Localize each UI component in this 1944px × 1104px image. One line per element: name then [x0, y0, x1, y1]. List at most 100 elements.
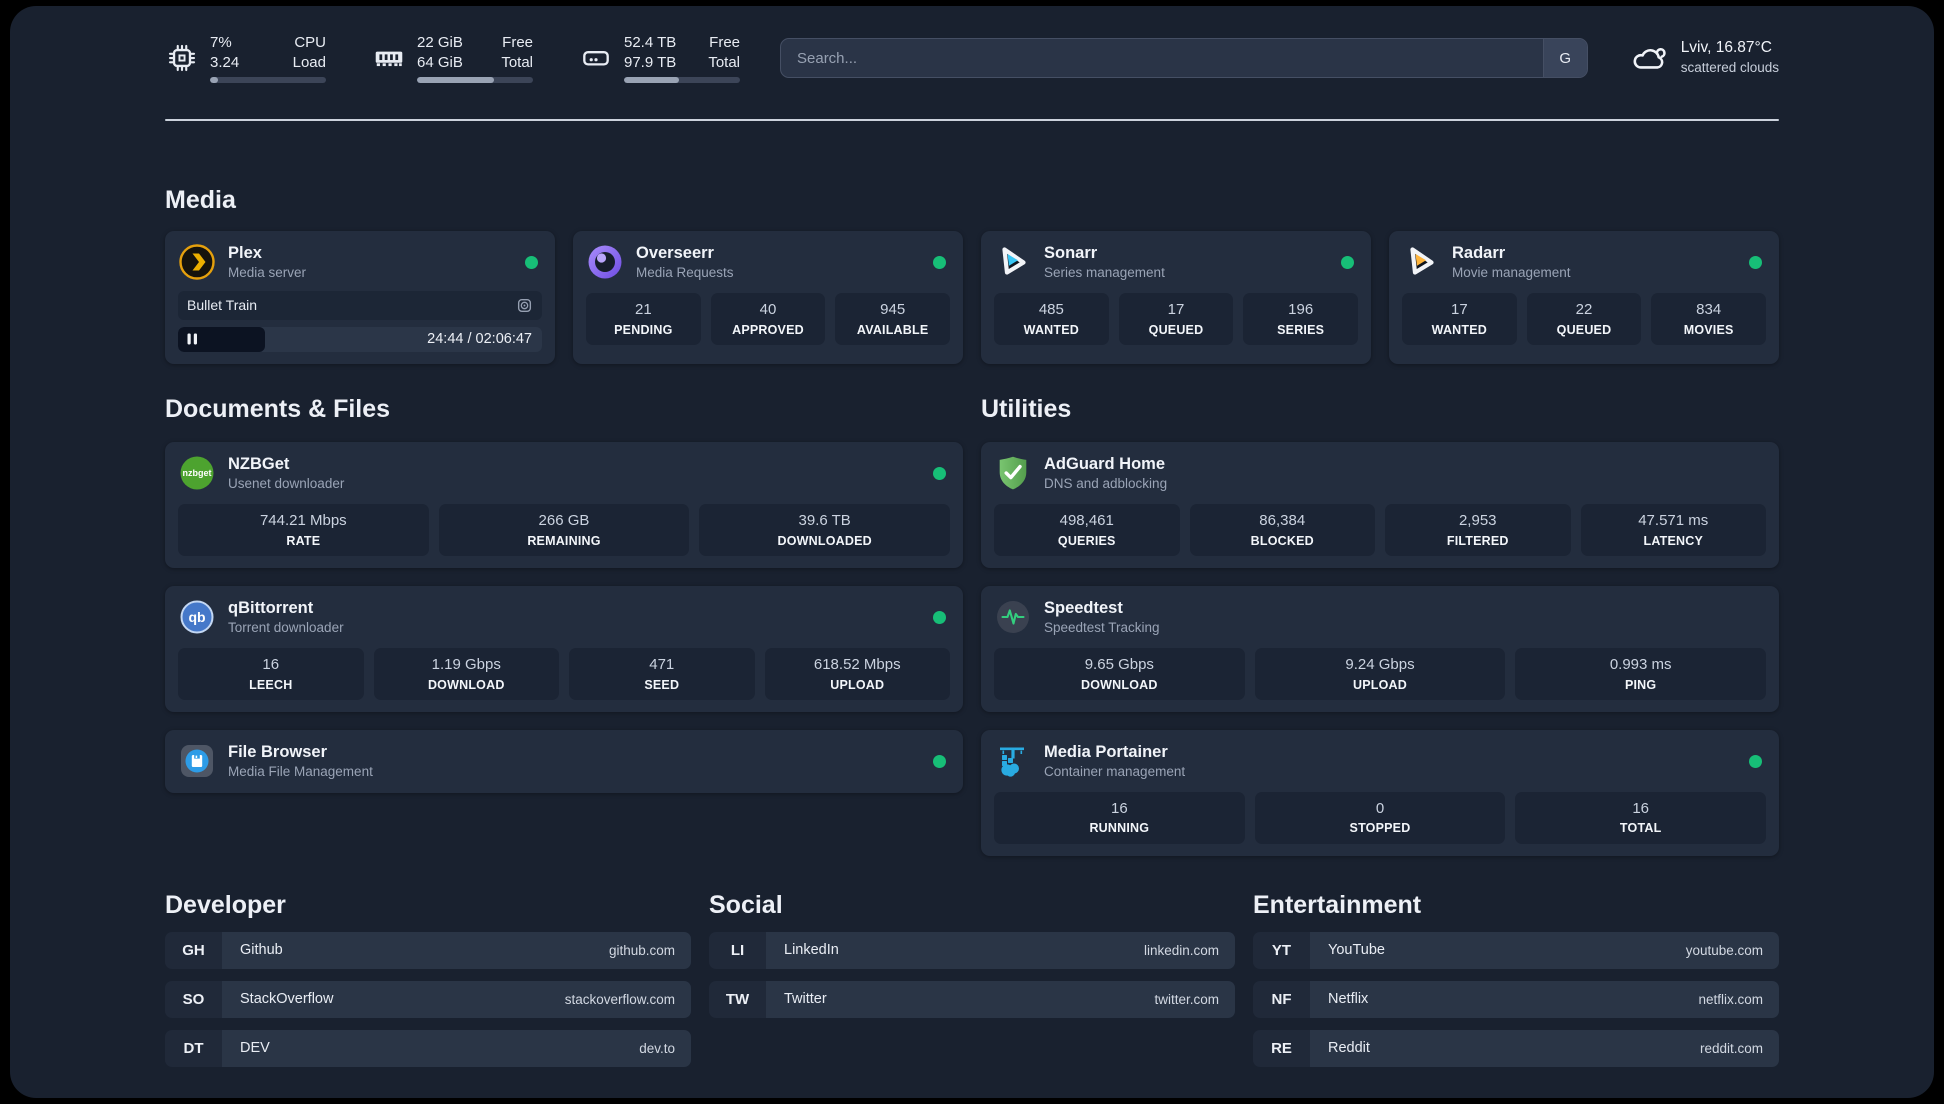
weather-widget: Lviv, 16.87°C scattered clouds	[1628, 38, 1779, 78]
disk-free-value: 52.4 TB	[624, 34, 677, 51]
bookmark-twitter[interactable]: TW Twitter twitter.com	[709, 980, 1235, 1018]
bookmark-stackoverflow[interactable]: SO StackOverflow stackoverflow.com	[165, 980, 691, 1018]
stat-label: PING	[1624, 677, 1657, 692]
radarr-name: Radarr	[1452, 244, 1506, 262]
app-card-filebrowser[interactable]: File Browser Media File Management	[165, 729, 963, 793]
bookmark-name: Github	[240, 942, 283, 959]
bookmark-reddit[interactable]: RE Reddit reddit.com	[1253, 1029, 1779, 1067]
stat-label: DOWNLOADED	[777, 533, 872, 548]
stat-value: 16	[262, 655, 280, 673]
stat-tile: 16 LEECH	[178, 647, 364, 700]
sonarr-name: Sonarr	[1044, 244, 1098, 262]
bookmarks-section: Developer GH Github github.com SO StackO…	[165, 890, 1779, 1067]
stat-label: TOTAL	[1619, 821, 1662, 836]
stat-label: APPROVED	[732, 322, 804, 337]
adguard-desc: DNS and adblocking	[1044, 476, 1168, 492]
app-card-sonarr[interactable]: Sonarr Series management 485 WANTED 17 Q…	[981, 231, 1371, 364]
overseerr-meta: Overseerr Media Requests	[636, 243, 734, 282]
cpu-stat: 7% 3.24 CPU Load	[165, 33, 326, 83]
plex-status-dot	[525, 255, 538, 269]
bookmark-abbr: DT	[165, 1029, 222, 1067]
app-card-qbittorrent[interactable]: qb qBittorrent Torrent downloader 16 LEE…	[165, 585, 963, 712]
speedtest-name: Speedtest	[1044, 598, 1123, 617]
weather-condition: scattered clouds	[1680, 60, 1779, 76]
stat-tile: 9.24 Gbps UPLOAD	[1254, 647, 1506, 700]
nzbget-status-dot	[933, 466, 946, 480]
app-card-nzbget[interactable]: nzbget NZBGet Usenet downloader 744.21 M…	[165, 441, 963, 568]
overseerr-icon	[588, 245, 622, 279]
playback-progress-fill	[178, 326, 266, 352]
section-title-documents: Documents & Files	[165, 394, 391, 423]
cpu-label-top: CPU	[294, 34, 326, 51]
bookmark-name: YouTube	[1328, 942, 1385, 959]
cpu-progress-fill	[210, 77, 219, 83]
memory-progress-track	[417, 77, 533, 83]
bookmark-main: Reddit reddit.com	[1310, 1029, 1779, 1067]
bookmark-abbr: GH	[165, 931, 222, 969]
sonarr-status-dot	[1341, 255, 1354, 269]
stat-tile: 945 AVAILABLE	[835, 292, 950, 345]
bookmark-dev[interactable]: DT DEV dev.to	[165, 1029, 691, 1067]
stat-tile: 16 RUNNING	[994, 791, 1245, 844]
stat-value: 21	[634, 300, 652, 318]
bookmark-url: twitter.com	[1154, 991, 1219, 1007]
plex-name: Plex	[228, 244, 262, 262]
disk-progress-fill	[624, 77, 679, 83]
weather-location: Lviv, 16.87°C	[1680, 39, 1772, 57]
adguard-name: AdGuard Home	[1044, 454, 1166, 473]
speedtest-meta: Speedtest Speedtest Tracking	[1044, 598, 1160, 637]
portainer-icon	[1000, 747, 1024, 777]
memory-label-top: Free	[502, 34, 533, 51]
stat-tile: 17 WANTED	[1402, 292, 1517, 345]
stat-value: 47.571 ms	[1638, 511, 1709, 529]
stat-label: DOWNLOAD	[427, 677, 505, 692]
disk-total-value: 97.9 TB	[624, 53, 677, 71]
now-playing-session-icon[interactable]	[516, 297, 533, 314]
stat-label: AVAILABLE	[856, 322, 929, 337]
bookmarks-entertainment: Entertainment YT YouTube youtube.com NF …	[1253, 890, 1779, 1067]
search-engine-button[interactable]: G	[1542, 39, 1587, 77]
sonarr-icon	[1002, 247, 1026, 276]
stat-label: STOPPED	[1349, 821, 1411, 836]
stat-label: LATENCY	[1643, 533, 1703, 548]
top-bar: 7% 3.24 CPU Load 22 GiB 64 GiB Free Tota…	[165, 33, 1779, 83]
now-playing-title: Bullet Train	[187, 297, 258, 314]
bookmark-youtube[interactable]: YT YouTube youtube.com	[1253, 931, 1779, 969]
search-input[interactable]	[781, 39, 1543, 77]
qbittorrent-name: qBittorrent	[228, 598, 314, 617]
app-card-portainer[interactable]: Media Portainer Container management 16 …	[981, 729, 1779, 856]
bookmark-name: Netflix	[1328, 991, 1369, 1008]
disk-label-bottom: Total	[708, 53, 740, 71]
app-card-radarr[interactable]: Radarr Movie management 17 WANTED 22 QUE…	[1389, 231, 1779, 364]
nzbget-desc: Usenet downloader	[228, 476, 345, 492]
memory-progress-fill	[417, 77, 494, 83]
memory-stat: 22 GiB 64 GiB Free Total	[372, 33, 533, 83]
stat-value: 17	[1450, 300, 1468, 318]
stat-label: PENDING	[614, 322, 673, 337]
bookmark-name: LinkedIn	[784, 942, 839, 959]
stat-value: 1.19 Gbps	[431, 655, 501, 673]
app-card-speedtest[interactable]: Speedtest Speedtest Tracking 9.65 Gbps D…	[981, 585, 1779, 712]
stat-value: 744.21 Mbps	[259, 511, 347, 529]
bookmark-main: Github github.com	[222, 931, 691, 969]
app-card-overseerr[interactable]: Overseerr Media Requests 21 PENDING 40 A…	[573, 231, 963, 364]
bookmark-name: StackOverflow	[240, 991, 334, 1008]
bookmark-github[interactable]: GH Github github.com	[165, 931, 691, 969]
disk-progress-track	[624, 77, 740, 83]
stat-value: 0	[1375, 799, 1385, 817]
memory-labels: Free Total	[501, 33, 533, 72]
stat-tile: 39.6 TB DOWNLOADED	[699, 503, 950, 556]
memory-label-bottom: Total	[501, 53, 533, 71]
radarr-stats: 17 WANTED 22 QUEUED 834 MOVIES	[1402, 292, 1766, 345]
app-card-adguard[interactable]: AdGuard Home DNS and adblocking 498,461 …	[981, 441, 1779, 568]
bookmark-netflix[interactable]: NF Netflix netflix.com	[1253, 980, 1779, 1018]
utilities-column: Utilities AdGuard Home DNS and adblockin…	[981, 394, 1779, 856]
pause-icon[interactable]	[187, 333, 198, 345]
memory-total-value: 64 GiB	[417, 53, 463, 71]
bookmark-linkedin[interactable]: LI LinkedIn linkedin.com	[709, 931, 1235, 969]
app-card-plex[interactable]: Plex Media server Bullet Train 24:44 / 0…	[165, 231, 555, 364]
stat-tile: 21 PENDING	[586, 292, 701, 345]
speedtest-header: Speedtest Speedtest Tracking	[994, 598, 1766, 637]
bookmark-url: dev.to	[639, 1040, 675, 1056]
speedtest-icon	[997, 601, 1029, 634]
